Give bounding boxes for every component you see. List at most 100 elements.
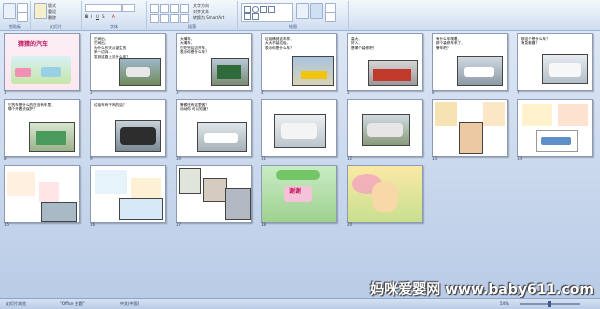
- slide-thumbnail[interactable]: [176, 165, 252, 223]
- slide-text: 大嘴车， 大嘴车， 它吃完后边开车， 表示你是什么车？: [180, 37, 209, 55]
- slide-number: 15: [4, 222, 10, 227]
- line-shape-icon[interactable]: [260, 6, 267, 13]
- quick-styles-icon[interactable]: [310, 3, 323, 19]
- paste-icon[interactable]: [3, 3, 16, 19]
- slide-number: 9: [90, 156, 93, 161]
- layout-button[interactable]: 版式: [48, 3, 56, 8]
- slide-number: 6: [432, 90, 435, 95]
- truck-body: [36, 131, 66, 145]
- slide-thumbnail[interactable]: [4, 165, 80, 223]
- font-size-combo[interactable]: [122, 4, 135, 12]
- arrow-shape-icon[interactable]: [268, 6, 275, 13]
- slide-thumbnail[interactable]: [261, 99, 337, 157]
- banner: 谢谢: [284, 186, 312, 202]
- clipboard-group-label: 剪贴板: [9, 24, 21, 29]
- car-body: [541, 137, 571, 145]
- truck-body: [301, 71, 327, 79]
- cartoon-girl-image: [7, 172, 35, 196]
- slide-thumbnail[interactable]: 有什么车嗖着， 那个装修车来了， 警车吧？: [432, 33, 508, 91]
- slide-text: 有什么车嗖着， 那个装修车来了， 警车吧？: [436, 37, 465, 50]
- fire-truck-photo: [368, 60, 418, 86]
- shapes-gallery[interactable]: [241, 3, 293, 22]
- frog-illustration: [276, 170, 320, 180]
- car-body: [120, 127, 156, 145]
- slide-text: 警察还有这里做？ 动动你 可以知道？: [180, 103, 210, 112]
- blue-car-illustration: [41, 67, 61, 77]
- strikethrough-icon[interactable]: S: [102, 14, 105, 19]
- slide-thumbnail[interactable]: 大嘴车， 大嘴车， 它吃完后边开车， 表示你是什么车？: [176, 33, 252, 91]
- slide-text: 垃圾车有干吗的话？: [94, 103, 127, 107]
- building-photo: [225, 188, 251, 220]
- underline-icon[interactable]: U: [96, 14, 99, 19]
- slide-number: 16: [90, 222, 96, 227]
- slide-thumbnail[interactable]: 它间出， 它间出， 为什么作天从诞生的 来一边向... 发到这路上见什么车？: [90, 33, 166, 91]
- slide-number: 3: [176, 90, 179, 95]
- cartoon-police-car-image: [536, 130, 578, 152]
- zoom-level: 54%: [500, 301, 509, 306]
- shape-outline-icon[interactable]: [325, 12, 336, 22]
- banner-text: 谢谢: [289, 188, 302, 195]
- reset-button[interactable]: 重设: [48, 9, 56, 14]
- slide-thumbnail[interactable]: 猜猜的汽车: [4, 33, 80, 91]
- van-body: [281, 123, 317, 139]
- align-right-icon[interactable]: [170, 14, 179, 23]
- text-direction-button[interactable]: 文字方向: [193, 3, 209, 8]
- slide-thumbnail[interactable]: [517, 99, 593, 157]
- slide-number: 17: [176, 222, 182, 227]
- slide-thumbnail[interactable]: 警察还有这里做？ 动动你 可以知道？: [176, 99, 252, 157]
- cartoon-kids-image: [131, 178, 161, 198]
- justify-icon[interactable]: [180, 14, 189, 23]
- pink-car-illustration: [15, 68, 31, 77]
- watermark: 妈咪爱婴网 www.baby611.com: [370, 282, 594, 298]
- delete-button[interactable]: 删除: [48, 15, 56, 20]
- cartoon-family-image: [95, 170, 127, 194]
- slide-thumbnail[interactable]: 谢谢: [261, 165, 337, 223]
- decrease-indent-icon[interactable]: [170, 4, 179, 13]
- building-photo: [203, 178, 227, 202]
- arrange-icon[interactable]: [296, 3, 309, 19]
- font-name-combo[interactable]: [85, 4, 122, 12]
- cartoon-child-image: [483, 102, 505, 126]
- italic-icon[interactable]: I: [91, 14, 92, 19]
- smartart-button[interactable]: 转换为 SmartArt: [193, 15, 224, 20]
- slide-number: 13: [432, 156, 438, 161]
- cartoon-people-image: [522, 104, 552, 126]
- truck-body: [367, 123, 403, 137]
- slide-thumbnail[interactable]: [347, 165, 423, 223]
- oval-shape-icon[interactable]: [252, 6, 259, 13]
- drawing-group-label: 绘图: [289, 24, 297, 29]
- slide-text: 那这个是什么车？ 有急救器？: [521, 37, 550, 46]
- star-shape-icon[interactable]: [252, 13, 259, 20]
- triangle-shape-icon[interactable]: [244, 13, 251, 20]
- police-car-photo: [457, 56, 503, 86]
- align-left-icon[interactable]: [150, 14, 159, 23]
- align-text-button[interactable]: 对齐文本: [193, 9, 209, 14]
- slide-number: 7: [517, 90, 520, 95]
- slide-number: 1: [4, 90, 7, 95]
- zoom-slider-thumb[interactable]: [548, 301, 551, 307]
- slide-number: 20: [347, 222, 353, 227]
- slide-thumbnail[interactable]: 垃圾桶到这车样， 大大不装垃圾， 表示你是什么车？: [261, 33, 337, 91]
- rectangle-shape-icon[interactable]: [244, 6, 251, 13]
- bold-icon[interactable]: B: [85, 14, 88, 19]
- align-center-icon[interactable]: [160, 14, 169, 23]
- numbering-icon[interactable]: [160, 4, 169, 13]
- slides-group: 版式 重设 删除 幻灯片: [31, 1, 82, 29]
- slide-thumbnail[interactable]: 它的车是什么的在没有车里， 哪个开着去保护？: [4, 99, 80, 157]
- cartoon-people-image: [558, 104, 588, 126]
- view-mode-label: 幻灯片浏览: [6, 301, 26, 306]
- slide-thumbnail[interactable]: [347, 99, 423, 157]
- slide-thumbnail[interactable]: 垃圾车有干吗的话？: [90, 99, 166, 157]
- slide-thumbnail[interactable]: 那这个是什么车？ 有急救器？: [517, 33, 593, 91]
- increase-indent-icon[interactable]: [180, 4, 189, 13]
- slide-thumbnail[interactable]: [90, 165, 166, 223]
- new-slide-icon[interactable]: [34, 3, 47, 19]
- garbage-truck-photo: [211, 58, 249, 86]
- copy-icon[interactable]: [17, 12, 28, 22]
- bullets-icon[interactable]: [150, 4, 159, 13]
- slide-thumbnail[interactable]: [432, 99, 508, 157]
- font-color-icon[interactable]: A: [112, 14, 115, 19]
- slides-group-label: 幻灯片: [50, 24, 62, 29]
- crane-truck-photo: [292, 56, 334, 86]
- slide-thumbnail[interactable]: 高大， 好人， 是哪个装修吧？: [347, 33, 423, 91]
